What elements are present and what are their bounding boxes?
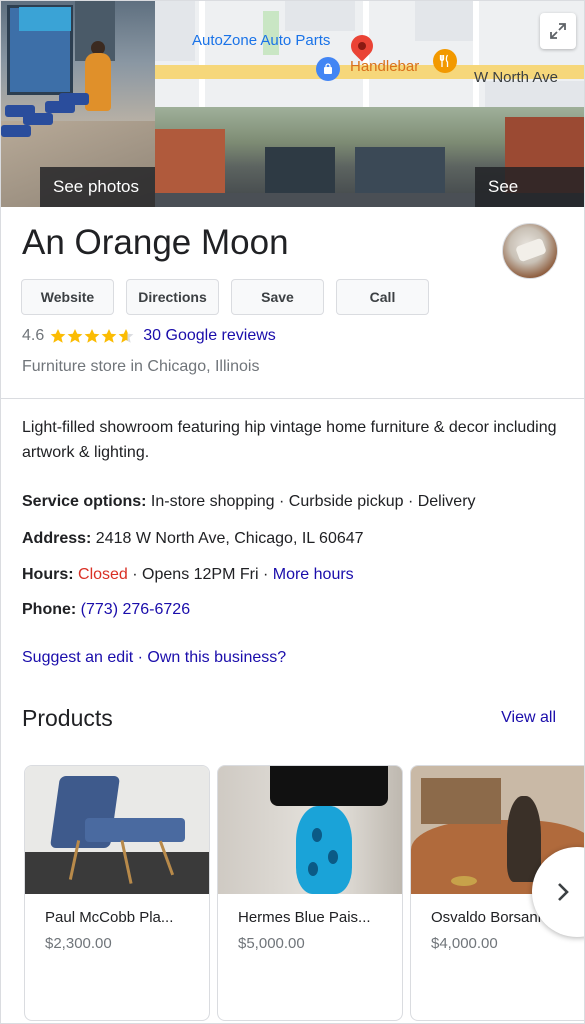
knowledge-panel: AutoZone Auto Parts Handlebar W North Av… xyxy=(0,0,585,1024)
map-poi-autozone[interactable]: AutoZone Auto Parts xyxy=(192,32,330,49)
phone-label: Phone: xyxy=(22,601,77,618)
rating-value: 4.6 xyxy=(22,327,45,344)
product-image xyxy=(25,766,209,894)
hero-images: AutoZone Auto Parts Handlebar W North Av… xyxy=(1,1,584,236)
own-business-link[interactable]: Own this business? xyxy=(147,649,286,666)
phone-link[interactable]: (773) 276-6726 xyxy=(81,601,190,618)
service-options-value: In-store shopping · Curbside pickup · De… xyxy=(146,493,476,510)
edit-links-row: Suggest an edit · Own this business? xyxy=(22,649,286,667)
products-heading: Products xyxy=(22,705,113,731)
map[interactable]: AutoZone Auto Parts Handlebar W North Av… xyxy=(155,1,584,107)
see-outside-button[interactable]: See outside xyxy=(475,167,584,236)
business-name: An Orange Moon xyxy=(22,223,289,262)
address-label: Address: xyxy=(22,530,92,547)
product-price: $5,000.00 xyxy=(238,935,305,952)
product-name: Hermes Blue Pais... xyxy=(238,909,371,926)
call-button[interactable]: Call xyxy=(336,279,429,315)
restaurant-icon xyxy=(433,49,457,73)
directions-button[interactable]: Directions xyxy=(126,279,219,315)
website-button[interactable]: Website xyxy=(21,279,114,315)
star-icon xyxy=(118,329,134,343)
business-description: Light-filled showroom featuring hip vint… xyxy=(22,419,557,461)
reviews-link[interactable]: 30 Google reviews xyxy=(143,327,276,345)
business-category: Furniture store in Chicago, Illinois xyxy=(22,358,260,375)
rating-stars xyxy=(50,328,135,344)
expand-icon xyxy=(550,23,566,39)
service-options-label: Service options: xyxy=(22,493,147,510)
products-next-button[interactable] xyxy=(532,847,584,937)
see-photos-button[interactable]: See photos xyxy=(40,167,155,207)
phone-row: Phone: (773) 276-6726 xyxy=(22,601,190,619)
service-options-row: Service options: In-store shopping · Cur… xyxy=(22,493,476,511)
star-icon xyxy=(101,329,117,343)
more-hours-link[interactable]: More hours xyxy=(273,566,354,583)
expand-map-button[interactable] xyxy=(540,13,576,49)
star-icon xyxy=(50,329,66,343)
separator: · xyxy=(133,649,148,666)
hours-label: Hours: xyxy=(22,566,74,583)
product-image xyxy=(218,766,402,894)
view-all-products-link[interactable]: View all xyxy=(501,709,556,727)
action-buttons: Website Directions Save Call xyxy=(21,279,441,315)
address-value[interactable]: 2418 W North Ave, Chicago, IL 60647 xyxy=(91,530,364,547)
shopping-bag-icon xyxy=(316,57,340,81)
address-row: Address: 2418 W North Ave, Chicago, IL 6… xyxy=(22,530,364,548)
suggest-edit-link[interactable]: Suggest an edit xyxy=(22,649,133,666)
product-card[interactable]: Paul McCobb Pla... $2,300.00 xyxy=(24,765,210,1021)
product-price: $4,000.00 xyxy=(431,935,498,952)
hours-status: Closed xyxy=(78,566,128,583)
star-icon xyxy=(84,329,100,343)
map-poi-handlebar[interactable]: Handlebar xyxy=(350,58,419,75)
map-street-label: W North Ave xyxy=(474,69,558,86)
business-logo[interactable] xyxy=(502,223,558,279)
map-pin-icon[interactable] xyxy=(346,30,378,62)
chevron-right-icon xyxy=(558,883,569,901)
hours-row: Hours: Closed · Opens 12PM Fri · More ho… xyxy=(22,566,354,584)
save-button[interactable]: Save xyxy=(231,279,324,315)
hours-next-open: · Opens 12PM Fri · xyxy=(127,566,273,583)
product-name: Paul McCobb Pla... xyxy=(45,909,174,926)
product-card[interactable]: Hermes Blue Pais... $5,000.00 xyxy=(217,765,403,1021)
product-price: $2,300.00 xyxy=(45,935,112,952)
divider xyxy=(1,398,584,399)
star-icon xyxy=(67,329,83,343)
rating-row: 4.6 30 Google reviews xyxy=(22,325,276,347)
